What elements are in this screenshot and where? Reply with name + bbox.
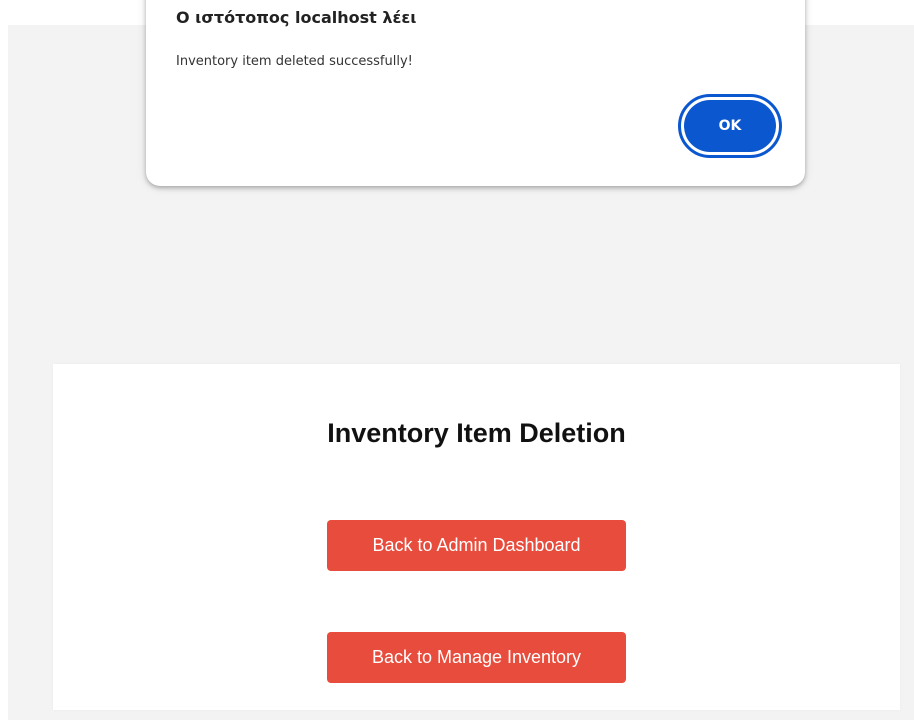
dialog-message: Inventory item deleted successfully! bbox=[176, 54, 413, 69]
back-to-admin-dashboard-button[interactable]: Back to Admin Dashboard bbox=[327, 520, 626, 571]
back-to-manage-inventory-button[interactable]: Back to Manage Inventory bbox=[327, 632, 626, 683]
dialog-title: Ο ιστότοπος localhost λέει bbox=[176, 8, 417, 27]
ok-button[interactable]: OK bbox=[684, 100, 776, 152]
page-title: Inventory Item Deletion bbox=[327, 418, 626, 448]
alert-dialog: Ο ιστότοπος localhost λέει Inventory ite… bbox=[146, 0, 805, 186]
ok-button-focus-ring: OK bbox=[678, 94, 782, 158]
